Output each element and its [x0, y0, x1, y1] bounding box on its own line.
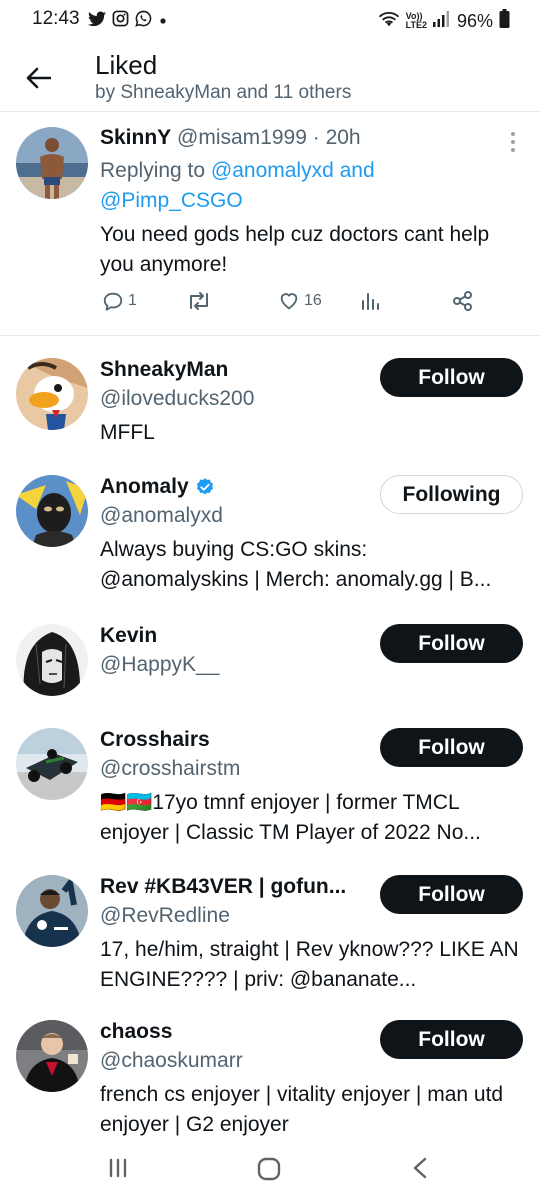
following-button[interactable]: Following [380, 475, 523, 514]
page-title: Liked [95, 50, 158, 80]
user-display-name: Crosshairs [100, 728, 210, 751]
avatar[interactable] [16, 624, 88, 696]
home-icon [257, 1157, 281, 1181]
more-notifications-dot-icon [158, 12, 168, 30]
share-button[interactable] [452, 290, 474, 312]
follow-button[interactable]: Follow [380, 875, 523, 914]
follow-button[interactable]: Follow [380, 728, 523, 767]
recent-apps-button[interactable] [106, 1156, 130, 1185]
reply-button[interactable]: 1 [102, 290, 137, 312]
notification-icons [88, 10, 168, 32]
user-display-name: Kevin [100, 624, 158, 647]
page-subtitle: by ShneakyMan and 11 others [95, 82, 352, 103]
avatar[interactable] [16, 728, 88, 800]
wifi-icon [378, 10, 400, 33]
reply-mention-anomalyxd[interactable]: @anomalyxd [211, 159, 334, 182]
battery-icon [499, 9, 510, 33]
home-button[interactable] [256, 1156, 282, 1187]
heart-icon [280, 293, 298, 310]
status-time: 12:43 [32, 8, 80, 29]
tweet-separator: · [306, 126, 326, 149]
tweet[interactable]: SkinnY @misam1999 · 20h Replying to @ano… [0, 112, 540, 336]
retweet-icon [190, 292, 208, 310]
user-handle: @RevRedline [100, 904, 230, 927]
user-bio: MFFL [100, 421, 155, 444]
analytics-button[interactable] [360, 290, 382, 312]
user-bio: french cs enjoyer | vitality enjoyer | m… [100, 1083, 504, 1136]
system-indicators: Vo)) LTE2 96% [378, 9, 510, 33]
whatsapp-icon [135, 10, 152, 32]
tweet-author-name[interactable]: SkinnY [100, 126, 171, 149]
user-display-name: chaoss [100, 1020, 173, 1043]
back-nav-button[interactable] [410, 1156, 430, 1185]
user-handle: @iloveducks200 [100, 387, 255, 410]
avatar[interactable] [16, 475, 88, 547]
tweet-time: 20h [325, 126, 361, 149]
follow-button[interactable]: Follow [380, 624, 523, 663]
reply-icon [103, 292, 123, 311]
like-button[interactable]: 16 [278, 290, 322, 312]
chevron-left-icon [413, 1157, 427, 1179]
reply-count: 1 [128, 292, 137, 309]
user-display-name: Anomaly [100, 475, 189, 498]
user-bio: 🇩🇪🇦🇿17yo tmnf enjoyer | former TMCL enjo… [100, 791, 481, 844]
avatar[interactable] [16, 875, 88, 947]
twitter-bird-icon [88, 11, 106, 32]
user-display-name-wrap: Anomaly [100, 475, 215, 499]
avatar[interactable] [16, 1020, 88, 1092]
instagram-icon [112, 10, 129, 32]
user-bio: 17, he/him, straight | Rev yknow??? LIKE… [100, 938, 519, 991]
avatar[interactable] [16, 358, 88, 430]
user-bio-text: Always buying CS:GO skins: @anomalyskins… [100, 538, 492, 591]
tweet-header: SkinnY @misam1999 · 20h [100, 126, 361, 150]
more-options-button[interactable] [508, 130, 518, 154]
follow-button[interactable]: Follow [380, 1020, 523, 1059]
android-nav-bar [0, 1140, 540, 1200]
user-display-name: ShneakyMan [100, 358, 229, 381]
replying-prefix: Replying to [100, 159, 211, 182]
more-vertical-icon [511, 132, 515, 152]
volte-indicator: Vo)) LTE2 [406, 12, 427, 30]
user-bio: Always buying CS:GO skins: @anomalyskins… [100, 535, 520, 595]
analytics-icon [362, 293, 379, 310]
share-icon [453, 291, 472, 311]
follow-button[interactable]: Follow [380, 358, 523, 397]
reply-mention-pimp-csgo[interactable]: @Pimp_CSGO [100, 189, 243, 212]
user-handle: @HappyK__ [100, 653, 220, 676]
user-handle: @anomalyxd [100, 504, 223, 527]
lte-label: LTE2 [405, 20, 427, 30]
signal-icon [432, 10, 451, 32]
tweet-author-handle[interactable]: @misam1999 [177, 126, 307, 149]
avatar[interactable] [16, 127, 88, 199]
status-bar: 12:43 Vo)) LTE2 96% [0, 0, 540, 40]
user-display-name: Rev #KB43VER | gofun... [100, 875, 347, 898]
replying-to: Replying to @anomalyxd and @Pimp_CSGO [100, 156, 420, 216]
user-handle: @chaoskumarr [100, 1049, 243, 1072]
recent-apps-icon [109, 1158, 127, 1178]
reply-and: and [333, 159, 375, 182]
retweet-button[interactable] [186, 290, 212, 312]
back-button[interactable] [20, 60, 56, 96]
tweet-text: You need gods help cuz doctors cant help… [100, 223, 490, 276]
app-header: Liked by ShneakyMan and 11 others [0, 40, 540, 112]
battery-percent: 96% [456, 10, 493, 31]
like-count: 16 [304, 292, 322, 309]
user-handle: @crosshairstm [100, 757, 241, 780]
arrow-left-icon [26, 67, 51, 89]
verified-badge-icon [196, 478, 213, 495]
